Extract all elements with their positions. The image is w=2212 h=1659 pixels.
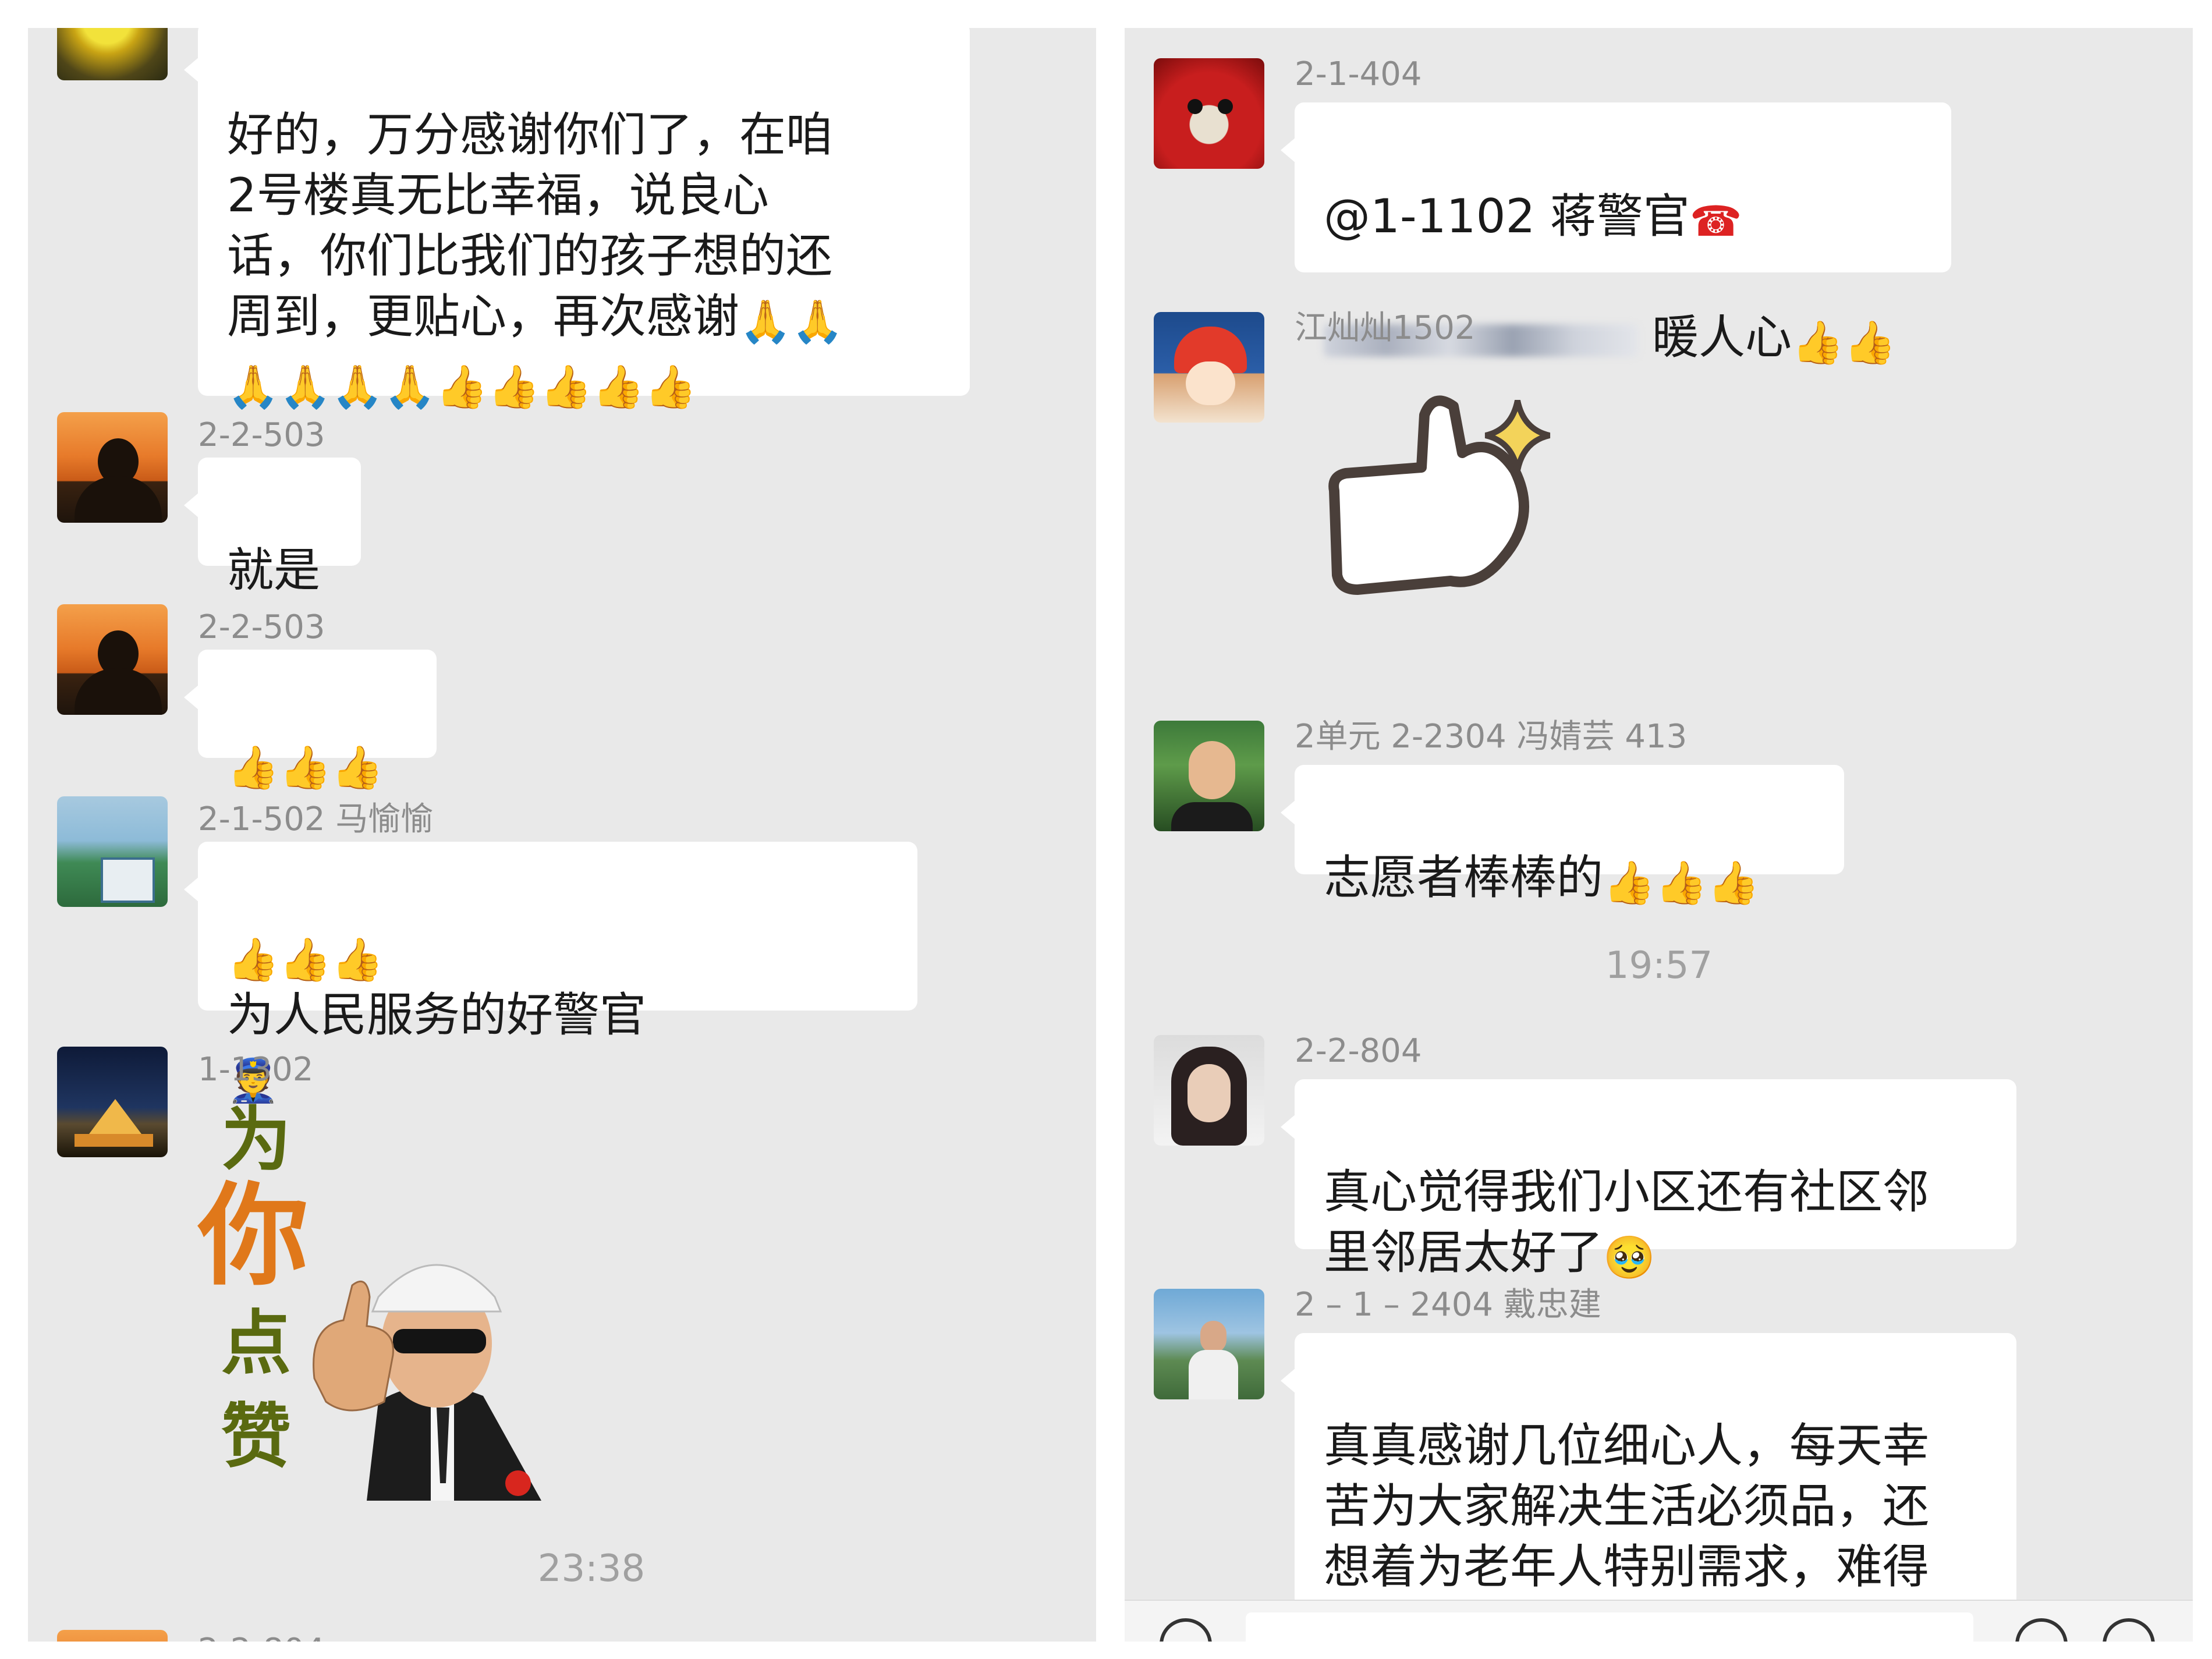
- message-text: 为人民服务的好警官: [227, 988, 646, 1042]
- sender-name: 2-1-502 马愉愉: [198, 800, 434, 838]
- telephone-icon: ☎: [1689, 197, 1742, 246]
- sender-name: 2 – 1 – 2404 戴忠建: [1295, 1286, 1601, 1324]
- avatar[interactable]: [57, 412, 168, 523]
- man-thumbs-up-photo: [313, 1264, 541, 1501]
- message-bubble[interactable]: 真心觉得我们小区还有社区邻 里邻居太好了🥹: [1281, 1079, 2016, 1281]
- thumbs-up-emoji-icon: 👍👍: [1792, 318, 1896, 367]
- avatar[interactable]: [57, 28, 168, 80]
- sticker-char: 为: [221, 1098, 291, 1181]
- sender-name: 2-1-404: [1295, 55, 1422, 93]
- thumbs-up-emoji-icon: 👍👍👍: [227, 935, 384, 984]
- sender-name: 2-2-804: [1295, 1032, 1422, 1070]
- message-bubble[interactable]: 就是: [184, 458, 361, 597]
- avatar[interactable]: [57, 796, 168, 907]
- avatar[interactable]: [1154, 312, 1264, 423]
- mention-text: @1-1102 蒋警官: [1324, 189, 1690, 243]
- left-chat-panel: 好的，万分感谢你们了，在咱 2号楼真无比幸福，说良心 话，你们比我们的孩子想的还…: [28, 28, 1096, 1642]
- message-bubble[interactable]: 👍👍👍 为人民服务的好警官 👮: [184, 842, 917, 1104]
- time-divider: 19:57: [1605, 944, 1713, 987]
- sender-name: 江灿灿1502: [1295, 309, 1476, 347]
- message-input[interactable]: [1246, 1612, 1973, 1642]
- sender-name: 1-1302: [198, 1051, 314, 1089]
- avatar[interactable]: [1154, 1035, 1264, 1146]
- message-bubble[interactable]: 好的，万分感谢你们了，在咱 2号楼真无比幸福，说良心 话，你们比我们的孩子想的还…: [184, 28, 970, 410]
- thumbs-up-emoji-icon: 👍👍👍: [227, 743, 384, 792]
- sender-name: 2-2-503: [198, 608, 325, 646]
- message-text: 志愿者棒棒的: [1324, 850, 1603, 905]
- sticker-char: 赞: [221, 1395, 291, 1477]
- emoji-line: 🙏🙏🙏🙏👍👍👍👍👍: [227, 362, 697, 411]
- thumbs-up-emoji-icon: 👍👍👍: [1603, 858, 1760, 907]
- message-bubble[interactable]: 志愿者棒棒的👍👍👍: [1281, 765, 1844, 906]
- avatar[interactable]: [1154, 721, 1264, 831]
- avatar[interactable]: [1154, 58, 1264, 169]
- sticker-char: 点: [221, 1302, 291, 1384]
- message-text: 就是: [227, 543, 320, 597]
- thumbs-up-sparkle-sticker[interactable]: [1323, 366, 1590, 668]
- message-text: 暖人心: [1652, 310, 1792, 364]
- right-chat-panel: 2-1-404 @1-1102 蒋警官☎ 暖人心👍👍 江灿灿1502 2单元 2…: [1125, 28, 2193, 1642]
- message-bubble[interactable]: 真真感谢几位细心人，每天幸 苦为大家解决生活必须品，还 想着为老年人特别需求，难…: [1281, 1333, 2016, 1642]
- pray-emoji-icon: 🙏🙏: [739, 297, 844, 346]
- sticker-char: 你: [198, 1171, 309, 1300]
- message-bubble[interactable]: 👍👍👍: [184, 650, 437, 790]
- sender-name: 2-2-503: [198, 416, 325, 454]
- sender-name: 2-2-804: [198, 1635, 325, 1642]
- avatar[interactable]: [57, 604, 168, 715]
- avatar[interactable]: [57, 1047, 168, 1157]
- sender-name: 2单元 2-2304 冯婧芸 413: [1295, 718, 1688, 756]
- thumbs-up-icon: [1328, 395, 1551, 595]
- message-bubble[interactable]: @1-1102 蒋警官☎ 暖人心👍👍: [1281, 102, 1951, 366]
- time-divider: 23:38: [537, 1547, 646, 1590]
- avatar[interactable]: [1154, 1289, 1264, 1399]
- avatar[interactable]: [57, 1630, 168, 1642]
- teary-face-emoji-icon: 🥹: [1603, 1233, 1656, 1282]
- like-sticker[interactable]: 为 你 点 赞: [198, 1093, 582, 1501]
